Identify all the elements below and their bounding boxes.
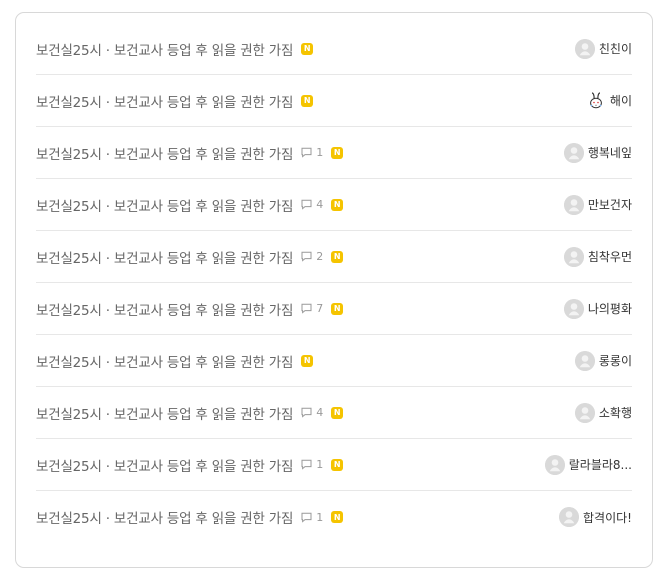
post-title-group[interactable]: 보건실25시 · 보건교사 등업 후 읽을 권한 가짐 1 N — [36, 455, 344, 475]
rabbit-avatar-icon — [585, 90, 606, 111]
new-badge: N — [331, 511, 344, 523]
new-badge: N — [331, 198, 344, 211]
post-title[interactable]: 보건실25시 · 보건교사 등업 후 읽을 권한 가짐 — [36, 247, 293, 267]
author-name[interactable]: 소확행 — [599, 404, 632, 421]
comment-count: 1 — [316, 510, 324, 524]
post-title-group[interactable]: 보건실25시 · 보건교사 등업 후 읽을 권한 가짐 N — [36, 91, 314, 111]
comment-icon — [299, 458, 313, 472]
author-name[interactable]: 친친이 — [599, 40, 632, 57]
post-row[interactable]: 보건실25시 · 보건교사 등업 후 읽을 권한 가짐 7 N 나의평화 — [36, 283, 632, 335]
post-title[interactable]: 보건실25시 · 보건교사 등업 후 읽을 권한 가짐 — [36, 507, 293, 527]
default-avatar-icon — [544, 454, 565, 475]
default-avatar-icon — [559, 507, 580, 527]
comment-icon — [299, 510, 313, 524]
post-author[interactable]: 해이 — [585, 90, 632, 111]
post-row[interactable]: 보건실25시 · 보건교사 등업 후 읽을 권한 가짐 4 N 소확행 — [36, 387, 632, 439]
post-author[interactable]: 만보건자 — [563, 194, 632, 215]
post-title-group[interactable]: 보건실25시 · 보건교사 등업 후 읽을 권한 가짐 1 N — [36, 143, 344, 163]
post-title-group[interactable]: 보건실25시 · 보건교사 등업 후 읽을 권한 가짐 7 N — [36, 299, 344, 319]
author-name[interactable]: 해이 — [610, 92, 632, 109]
author-name[interactable]: 침착우먼 — [588, 248, 632, 265]
comment-count: 7 — [316, 302, 324, 315]
post-author[interactable]: 행복네잎 — [563, 142, 632, 163]
comment-count: 1 — [316, 146, 324, 159]
author-name[interactable]: 만보건자 — [588, 196, 632, 213]
new-badge: N — [301, 94, 314, 107]
default-avatar-icon — [574, 38, 595, 59]
post-author[interactable]: 합격이다! — [559, 507, 632, 527]
post-author[interactable]: 롱롱이 — [574, 350, 632, 371]
default-avatar-icon — [574, 402, 595, 423]
comment-count: 2 — [316, 250, 324, 263]
default-avatar-icon — [574, 350, 595, 371]
post-author[interactable]: 친친이 — [574, 38, 632, 59]
new-badge: N — [331, 406, 344, 419]
new-badge: N — [331, 458, 344, 471]
post-title[interactable]: 보건실25시 · 보건교사 등업 후 읽을 권한 가짐 — [36, 455, 293, 475]
default-avatar-icon — [563, 142, 584, 163]
post-row[interactable]: 보건실25시 · 보건교사 등업 후 읽을 권한 가짐 N 해이 — [36, 75, 632, 127]
new-badge: N — [331, 302, 344, 315]
new-badge: N — [301, 42, 314, 55]
post-title[interactable]: 보건실25시 · 보건교사 등업 후 읽을 권한 가짐 — [36, 143, 293, 163]
default-avatar-icon — [563, 194, 584, 215]
comment-icon — [299, 406, 313, 420]
default-avatar-icon — [563, 246, 584, 267]
post-author[interactable]: 나의평화 — [563, 298, 632, 319]
post-title-group[interactable]: 보건실25시 · 보건교사 등업 후 읽을 권한 가짐 4 N — [36, 403, 344, 423]
author-name[interactable]: 랄라블라8... — [569, 456, 632, 473]
author-name[interactable]: 롱롱이 — [599, 352, 632, 369]
author-name[interactable]: 나의평화 — [588, 300, 632, 317]
post-row[interactable]: 보건실25시 · 보건교사 등업 후 읽을 권한 가짐 1 N 합격이다! — [36, 491, 632, 543]
post-title[interactable]: 보건실25시 · 보건교사 등업 후 읽을 권한 가짐 — [36, 403, 293, 423]
comment-count: 1 — [316, 458, 324, 471]
post-title[interactable]: 보건실25시 · 보건교사 등업 후 읽을 권한 가짐 — [36, 351, 293, 371]
comment-count: 4 — [316, 406, 324, 419]
post-title[interactable]: 보건실25시 · 보건교사 등업 후 읽을 권한 가짐 — [36, 195, 293, 215]
post-title-group[interactable]: 보건실25시 · 보건교사 등업 후 읽을 권한 가짐 1 N — [36, 507, 344, 527]
comment-icon — [299, 198, 313, 212]
post-title-group[interactable]: 보건실25시 · 보건교사 등업 후 읽을 권한 가짐 4 N — [36, 195, 344, 215]
comment-icon — [299, 302, 313, 316]
post-title-group[interactable]: 보건실25시 · 보건교사 등업 후 읽을 권한 가짐 N — [36, 39, 314, 59]
author-name[interactable]: 행복네잎 — [588, 144, 632, 161]
comment-icon — [299, 250, 313, 264]
post-row[interactable]: 보건실25시 · 보건교사 등업 후 읽을 권한 가짐 N 롱롱이 — [36, 335, 632, 387]
default-avatar-icon — [563, 298, 584, 319]
post-row[interactable]: 보건실25시 · 보건교사 등업 후 읽을 권한 가짐 1 N 랄라블라8... — [36, 439, 632, 491]
post-title-group[interactable]: 보건실25시 · 보건교사 등업 후 읽을 권한 가짐 N — [36, 351, 314, 371]
post-author[interactable]: 랄라블라8... — [544, 454, 632, 475]
author-name[interactable]: 합격이다! — [583, 509, 632, 526]
post-author[interactable]: 침착우먼 — [563, 246, 632, 267]
comment-count: 4 — [316, 198, 324, 211]
post-row[interactable]: 보건실25시 · 보건교사 등업 후 읽을 권한 가짐 2 N 침착우먼 — [36, 231, 632, 283]
post-author[interactable]: 소확행 — [574, 402, 632, 423]
new-badge: N — [331, 146, 344, 159]
post-row[interactable]: 보건실25시 · 보건교사 등업 후 읽을 권한 가짐 1 N 행복네잎 — [36, 127, 632, 179]
post-row[interactable]: 보건실25시 · 보건교사 등업 후 읽을 권한 가짐 N 친친이 — [36, 13, 632, 75]
post-title[interactable]: 보건실25시 · 보건교사 등업 후 읽을 권한 가짐 — [36, 39, 293, 59]
post-title[interactable]: 보건실25시 · 보건교사 등업 후 읽을 권한 가짐 — [36, 91, 293, 111]
comment-icon — [299, 146, 313, 160]
post-title[interactable]: 보건실25시 · 보건교사 등업 후 읽을 권한 가짐 — [36, 299, 293, 319]
new-badge: N — [301, 354, 314, 367]
post-title-group[interactable]: 보건실25시 · 보건교사 등업 후 읽을 권한 가짐 2 N — [36, 247, 344, 267]
post-row[interactable]: 보건실25시 · 보건교사 등업 후 읽을 권한 가짐 4 N 만보건자 — [36, 179, 632, 231]
post-list: 보건실25시 · 보건교사 등업 후 읽을 권한 가짐 N 친친이 보건실25시… — [15, 12, 653, 568]
new-badge: N — [331, 250, 344, 263]
